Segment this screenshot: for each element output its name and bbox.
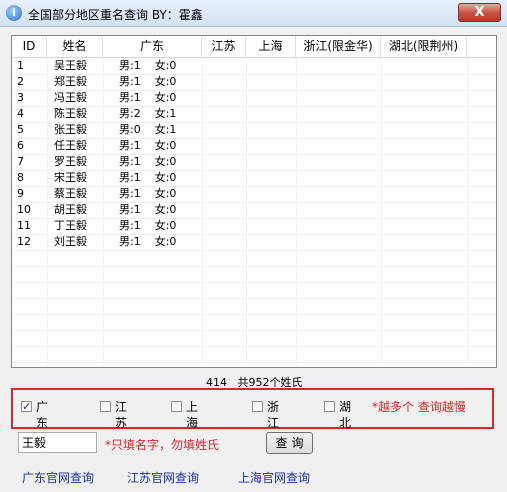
cell-id: 10	[17, 203, 31, 216]
speed-warning: *越多个 查询越慢	[372, 400, 466, 414]
table-row[interactable]: 10 胡王毅 男:1 女:0	[12, 202, 496, 218]
region-label: 浙江	[267, 400, 280, 430]
grid-row-line	[12, 346, 496, 347]
cell-name: 任王毅	[54, 139, 87, 152]
cell-name: 胡王毅	[54, 203, 87, 216]
cell-gd: 男:1 女:0	[119, 75, 177, 88]
header-zhejiang[interactable]: 浙江(限金华)	[296, 36, 381, 57]
cell-name: 张王毅	[54, 123, 87, 136]
table-row[interactable]: 1 吴王毅 男:1 女:0	[12, 58, 496, 74]
cell-gd: 男:1 女:0	[119, 187, 177, 200]
table-row[interactable]: 4 陈王毅 男:2 女:1	[12, 106, 496, 122]
header-id[interactable]: ID	[12, 36, 47, 57]
app-icon: i	[6, 5, 22, 21]
table-row[interactable]: 8 宋王毅 男:1 女:0	[12, 170, 496, 186]
cell-gd: 男:0 女:1	[119, 123, 177, 136]
cell-id: 6	[17, 139, 24, 152]
cell-id: 11	[17, 219, 31, 232]
table-header: ID 姓名 广东 江苏 上海 浙江(限金华) 湖北(限荆州)	[12, 36, 496, 58]
region-label: 湖北	[339, 400, 352, 430]
grid-row-line	[12, 330, 496, 331]
checkbox[interactable]	[100, 401, 111, 412]
region-label: 上海	[186, 400, 199, 430]
region-label: 广东	[36, 400, 49, 430]
grid-row-line	[12, 298, 496, 299]
cell-id: 8	[17, 171, 24, 184]
header-jiangsu[interactable]: 江苏	[202, 36, 246, 57]
table-row[interactable]: 2 郑王毅 男:1 女:0	[12, 74, 496, 90]
cell-name: 宋王毅	[54, 171, 87, 184]
cell-id: 7	[17, 155, 24, 168]
cell-gd: 男:1 女:0	[119, 203, 177, 216]
checkbox[interactable]	[252, 401, 263, 412]
name-input[interactable]	[18, 432, 97, 453]
input-hint: *只填名字，勿填姓氏	[105, 438, 220, 452]
cell-gd: 男:1 女:0	[119, 155, 177, 168]
table-row[interactable]: 5 张王毅 男:0 女:1	[12, 122, 496, 138]
checkbox[interactable]	[171, 401, 182, 412]
table-row[interactable]: 9 蔡王毅 男:1 女:0	[12, 186, 496, 202]
cell-gd: 男:1 女:0	[119, 171, 177, 184]
cell-name: 罗王毅	[54, 155, 87, 168]
cell-gd: 男:1 女:0	[119, 139, 177, 152]
grid-row-line	[12, 266, 496, 267]
table-row[interactable]: 6 任王毅 男:1 女:0	[12, 138, 496, 154]
cell-name: 吴王毅	[54, 59, 87, 72]
title-bar: i 全国部分地区重名查询 BY：霍鑫 X	[0, 0, 507, 27]
cell-gd: 男:1 女:0	[119, 91, 177, 104]
grid-row-line	[12, 314, 496, 315]
cell-name: 丁王毅	[54, 219, 87, 232]
grid-row-line	[12, 282, 496, 283]
region-options: 广东 江苏 上海 浙江 湖北 *越多个 查询越慢	[11, 388, 494, 430]
guangdong-site-link[interactable]: 广东官网查询	[22, 469, 94, 486]
table-row[interactable]: 3 冯王毅 男:1 女:0	[12, 90, 496, 106]
cell-id: 9	[17, 187, 24, 200]
cell-name: 郑王毅	[54, 75, 87, 88]
checkbox[interactable]	[324, 401, 335, 412]
cell-name: 蔡王毅	[54, 187, 87, 200]
results-table[interactable]: ID 姓名 广东 江苏 上海 浙江(限金华) 湖北(限荆州) 1 吴王毅 男:1 女…	[11, 35, 497, 368]
header-name[interactable]: 姓名	[47, 36, 103, 57]
checkbox[interactable]	[21, 399, 32, 415]
cell-id: 3	[17, 91, 24, 104]
close-button[interactable]: X	[458, 3, 501, 22]
cell-id: 12	[17, 235, 31, 248]
header-hubei[interactable]: 湖北(限荆州)	[381, 36, 467, 57]
grid-row-line	[12, 362, 496, 363]
header-guangdong[interactable]: 广东	[103, 36, 202, 57]
cell-id: 2	[17, 75, 24, 88]
window-title: 全国部分地区重名查询 BY：霍鑫	[28, 8, 203, 22]
cell-name: 陈王毅	[54, 107, 87, 120]
cell-gd: 男:1 女:0	[119, 59, 177, 72]
cell-id: 4	[17, 107, 24, 120]
table-row[interactable]: 7 罗王毅 男:1 女:0	[12, 154, 496, 170]
cell-name: 刘王毅	[54, 235, 87, 248]
query-button[interactable]: 查询	[266, 432, 313, 454]
grid-row-line	[12, 250, 496, 251]
jiangsu-site-link[interactable]: 江苏官网查询	[127, 469, 199, 486]
cell-id: 5	[17, 123, 24, 136]
cell-id: 1	[17, 59, 24, 72]
cell-gd: 男:2 女:1	[119, 107, 177, 120]
table-row[interactable]: 11 丁王毅 男:1 女:0	[12, 218, 496, 234]
cell-name: 冯王毅	[54, 91, 87, 104]
header-shanghai[interactable]: 上海	[246, 36, 296, 57]
cell-gd: 男:1 女:0	[119, 219, 177, 232]
header-filler	[467, 36, 496, 57]
region-label: 江苏	[115, 400, 128, 430]
shanghai-site-link[interactable]: 上海官网查询	[238, 469, 310, 486]
table-row[interactable]: 12 刘王毅 男:1 女:0	[12, 234, 496, 250]
cell-gd: 男:1 女:0	[119, 235, 177, 248]
